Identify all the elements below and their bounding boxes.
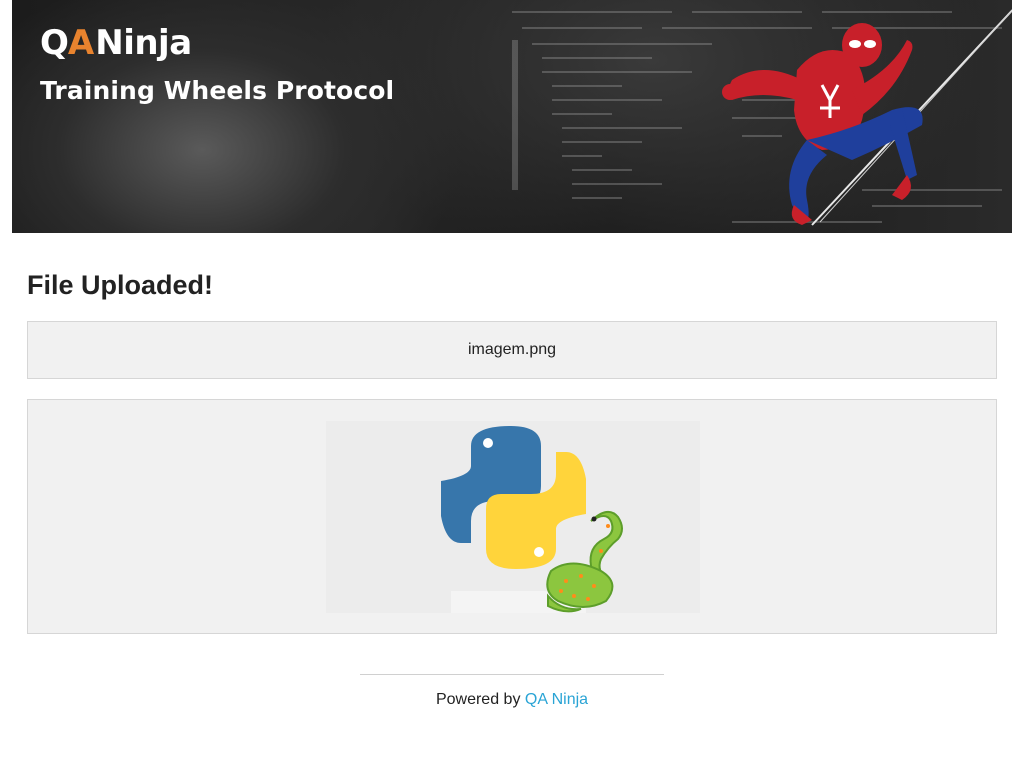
uploaded-filename: imagem.png	[467, 341, 557, 358]
header-banner: QA Ninja Training Wheels Protocol	[12, 0, 1012, 233]
page-title: File Uploaded!	[27, 270, 214, 300]
uploaded-filename-panel: imagem.png	[27, 321, 997, 379]
logo-a: A	[67, 23, 94, 63]
image-preview-panel	[27, 399, 997, 634]
powered-by-text: Powered by	[435, 691, 521, 708]
footer: Powered by QA Ninja	[0, 691, 1024, 709]
logo-ninja-text: Ninja	[95, 23, 192, 63]
qa-ninja-logo[interactable]: QA Ninja	[40, 18, 192, 68]
footer-divider	[360, 674, 664, 675]
logo-q: Q	[40, 23, 69, 63]
spider-man-hero-image	[722, 9, 1012, 226]
uploaded-image-preview	[326, 421, 700, 613]
qa-ninja-link[interactable]: QA Ninja	[525, 691, 588, 708]
banner-subtitle: Training Wheels Protocol	[40, 76, 395, 105]
